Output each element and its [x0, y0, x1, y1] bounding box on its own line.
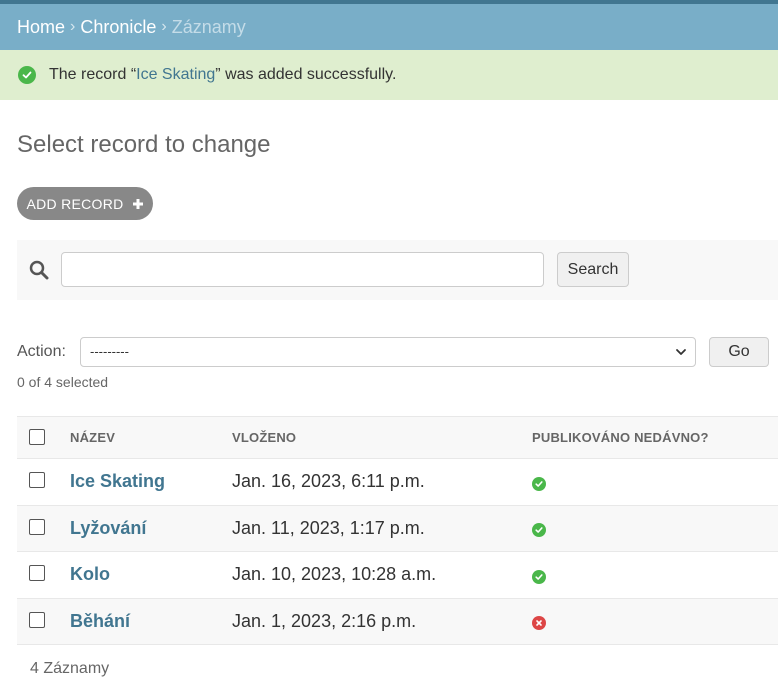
message-suffix: ” was added successfully. — [215, 66, 397, 83]
breadcrumb-separator: › — [161, 18, 167, 35]
search-button[interactable]: Search — [557, 252, 629, 287]
success-message: The record “Ice Skating” was added succe… — [0, 50, 778, 100]
yes-icon — [532, 523, 546, 538]
row-checkbox[interactable] — [29, 518, 45, 535]
row-select-cell — [17, 551, 70, 599]
row-date: Jan. 1, 2023, 2:16 p.m. — [232, 598, 532, 645]
row-recent-cell — [532, 458, 778, 506]
column-header-name[interactable]: NÁZEV — [70, 416, 232, 459]
breadcrumb-home[interactable]: Home — [17, 17, 65, 38]
add-record-button[interactable]: ADD RECORD — [17, 187, 153, 220]
table-row: Ice Skating Jan. 16, 2023, 6:11 p.m. — [17, 458, 778, 506]
chevron-down-icon — [675, 346, 687, 358]
record-link[interactable]: Běhání — [70, 611, 130, 631]
action-select[interactable]: --------- — [80, 337, 696, 367]
action-selected-option: --------- — [90, 344, 129, 359]
actions-bar: Action: --------- Go — [17, 337, 778, 367]
row-date: Jan. 11, 2023, 1:17 p.m. — [232, 505, 532, 552]
table-header-row: NÁZEV VLOŽENO PUBLIKOVÁNO NEDÁVNO? — [17, 416, 778, 459]
row-name-cell: Ice Skating — [70, 458, 232, 506]
breadcrumb-separator: › — [70, 18, 76, 35]
row-recent-cell — [532, 551, 778, 599]
selected-count: 0 of 4 selected — [17, 374, 109, 390]
page-title: Select record to change — [17, 131, 271, 158]
column-header-recent[interactable]: PUBLIKOVÁNO NEDÁVNO? — [532, 416, 778, 459]
paginator: 4 Záznamy — [30, 660, 110, 677]
record-link[interactable]: Ice Skating — [70, 471, 165, 491]
table-row: Běhání Jan. 1, 2023, 2:16 p.m. — [17, 598, 778, 645]
row-date: Jan. 10, 2023, 10:28 a.m. — [232, 551, 532, 599]
table-row: Kolo Jan. 10, 2023, 10:28 a.m. — [17, 551, 778, 599]
row-name-cell: Lyžování — [70, 505, 232, 552]
row-name-cell: Běhání — [70, 598, 232, 645]
row-checkbox[interactable] — [29, 611, 45, 628]
row-select-cell — [17, 598, 70, 645]
row-recent-cell — [532, 505, 778, 552]
yes-icon — [532, 476, 546, 491]
results-table: NÁZEV VLOŽENO PUBLIKOVÁNO NEDÁVNO? Ice S… — [17, 416, 778, 645]
record-link[interactable]: Kolo — [70, 564, 110, 584]
record-link[interactable]: Lyžování — [70, 518, 146, 538]
row-checkbox[interactable] — [29, 565, 45, 582]
select-all-checkbox[interactable] — [29, 429, 45, 445]
no-icon — [532, 616, 546, 631]
row-name-cell: Kolo — [70, 551, 232, 599]
plus-icon — [132, 194, 144, 214]
row-recent-cell — [532, 598, 778, 645]
breadcrumb-current: Záznamy — [171, 16, 246, 37]
column-header-date[interactable]: VLOŽENO — [232, 416, 532, 459]
row-select-cell — [17, 458, 70, 506]
row-select-cell — [17, 505, 70, 552]
search-icon — [29, 260, 49, 280]
table-row: Lyžování Jan. 11, 2023, 1:17 p.m. — [17, 505, 778, 552]
row-checkbox[interactable] — [29, 472, 45, 489]
breadcrumb: Home › Chronicle › Záznamy — [0, 4, 778, 50]
check-circle-icon — [18, 66, 36, 84]
select-all-cell — [17, 416, 70, 459]
breadcrumb-app[interactable]: Chronicle — [80, 17, 156, 38]
yes-icon — [532, 569, 546, 584]
action-label: Action: — [17, 343, 66, 360]
row-date: Jan. 16, 2023, 6:11 p.m. — [232, 458, 532, 506]
search-input[interactable] — [61, 252, 544, 287]
add-record-label: ADD RECORD — [26, 195, 124, 212]
go-button[interactable]: Go — [709, 337, 769, 367]
message-prefix: The record “ — [49, 66, 137, 83]
search-toolbar: Search — [17, 240, 778, 300]
message-record-link[interactable]: Ice Skating — [136, 66, 215, 84]
